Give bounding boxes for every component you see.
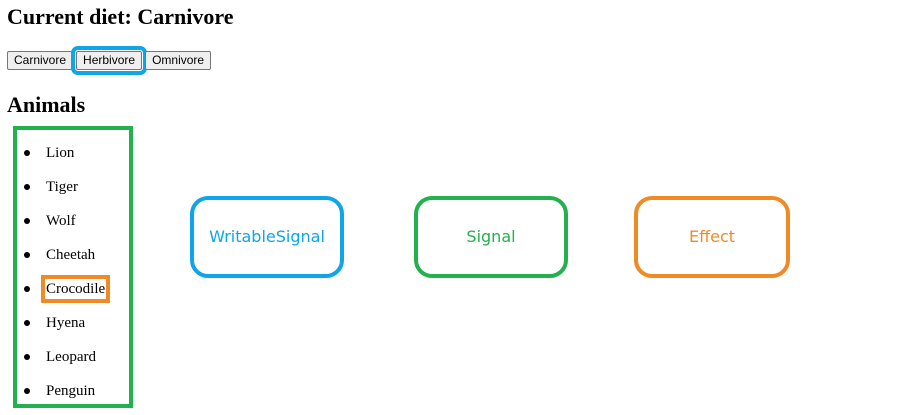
- animal-label: Hyena: [46, 315, 86, 331]
- list-item: Crocodile: [24, 272, 111, 306]
- animal-label: Leopard: [46, 349, 96, 365]
- list-item: Penguin: [24, 374, 105, 408]
- animals-heading: Animals: [7, 92, 86, 117]
- page-title: Current diet: Carnivore: [7, 4, 234, 29]
- carnivore-button[interactable]: Carnivore: [7, 51, 74, 70]
- writable-signal-box: WritableSignal: [190, 196, 344, 278]
- omnivore-button[interactable]: Omnivore: [145, 51, 212, 70]
- signal-label: Signal: [466, 227, 516, 246]
- signal-box: Signal: [414, 196, 568, 278]
- list-item: Cheetah: [24, 238, 105, 272]
- bullet-icon: [24, 286, 30, 292]
- effect-label: Effect: [688, 227, 736, 246]
- animal-label: Lion: [46, 145, 75, 161]
- animal-label: Tiger: [46, 179, 78, 195]
- animals-list: Lion Tiger Wolf Cheetah Crocodile Hyena …: [24, 136, 111, 408]
- list-item: Leopard: [24, 340, 105, 374]
- bullet-icon: [24, 388, 30, 394]
- bullet-icon: [24, 252, 30, 258]
- list-item: Tiger: [24, 170, 105, 204]
- page: Current diet: Carnivore Carnivore Herbiv…: [0, 0, 898, 415]
- bullet-icon: [24, 184, 30, 190]
- animal-label-highlighted: Crocodile: [40, 275, 111, 303]
- list-item: Wolf: [24, 204, 105, 238]
- diet-button-row: Carnivore Herbivore Omnivore: [7, 46, 212, 75]
- bullet-icon: [24, 354, 30, 360]
- animal-label: Penguin: [46, 383, 96, 399]
- effect-box: Effect: [634, 196, 790, 278]
- herbivore-button[interactable]: Herbivore: [71, 46, 148, 75]
- bullet-icon: [24, 320, 30, 326]
- list-item: Hyena: [24, 306, 105, 340]
- bullet-icon: [24, 218, 30, 224]
- animal-label: Wolf: [46, 213, 76, 229]
- writable-signal-label: WritableSignal: [209, 227, 325, 246]
- bullet-icon: [24, 150, 30, 156]
- list-item: Lion: [24, 136, 105, 170]
- animal-label: Cheetah: [46, 247, 96, 263]
